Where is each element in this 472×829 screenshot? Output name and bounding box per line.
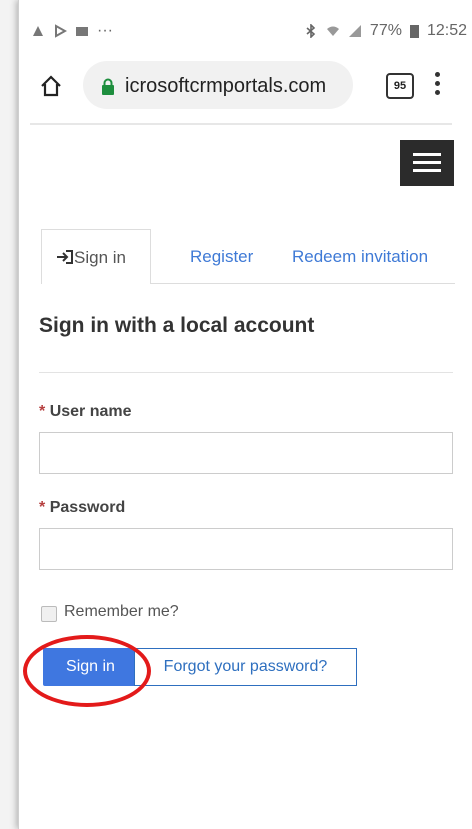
- url-box[interactable]: icrosoftcrmportals.com: [83, 61, 353, 109]
- hamburger-menu-button[interactable]: [400, 140, 454, 186]
- auth-tabs: Sign in Register Redeem invitation: [41, 229, 455, 284]
- status-bar: ··· 77% 12:52: [19, 0, 472, 48]
- tab-sign-in-label: Sign in: [74, 248, 126, 267]
- annotation-circle: [23, 635, 151, 707]
- url-text: icrosoftcrmportals.com: [125, 75, 327, 97]
- toolbar-divider: [30, 123, 452, 125]
- tab-redeem-invitation[interactable]: Redeem invitation: [292, 247, 428, 267]
- mail-icon: [76, 27, 88, 36]
- clock: 12:52: [426, 22, 467, 39]
- password-input[interactable]: [39, 528, 453, 570]
- play-icon: [55, 24, 67, 38]
- lock-icon: [102, 78, 114, 95]
- forgot-password-button[interactable]: Forgot your password?: [134, 648, 357, 686]
- required-mark: *: [39, 403, 46, 420]
- page-heading: Sign in with a local account: [39, 314, 315, 337]
- remember-me-checkbox[interactable]: [41, 606, 57, 622]
- browser-menu-icon[interactable]: [435, 72, 441, 98]
- remember-me-label[interactable]: Remember me?: [64, 603, 179, 621]
- phone-screen: ··· 77% 12:52 icrosoftcrmportals.com 95: [18, 0, 472, 829]
- username-label-text: User name: [49, 403, 132, 420]
- password-label-text: Password: [49, 499, 126, 516]
- address-bar: icrosoftcrmportals.com 95: [19, 56, 472, 112]
- tab-register[interactable]: Register: [190, 247, 253, 267]
- battery-icon: [409, 25, 419, 38]
- username-input[interactable]: [39, 432, 453, 474]
- tab-switcher-button[interactable]: 95: [386, 73, 414, 99]
- username-label: * User name: [39, 403, 132, 421]
- signal-icon: [348, 25, 361, 37]
- bluetooth-icon: [306, 24, 316, 38]
- notification-icon: [33, 26, 43, 36]
- tab-sign-in[interactable]: Sign in: [41, 229, 151, 284]
- sign-in-icon: [57, 250, 73, 264]
- home-icon[interactable]: [39, 74, 63, 98]
- password-label: * Password: [39, 499, 125, 517]
- more-notifications: ···: [97, 22, 113, 39]
- required-mark: *: [39, 499, 46, 516]
- notification-icons: ···: [31, 22, 113, 40]
- wifi-icon: [326, 26, 339, 36]
- battery-percent: 77%: [369, 22, 402, 39]
- status-right: 77% 12:52: [304, 22, 467, 40]
- heading-divider: [39, 372, 453, 373]
